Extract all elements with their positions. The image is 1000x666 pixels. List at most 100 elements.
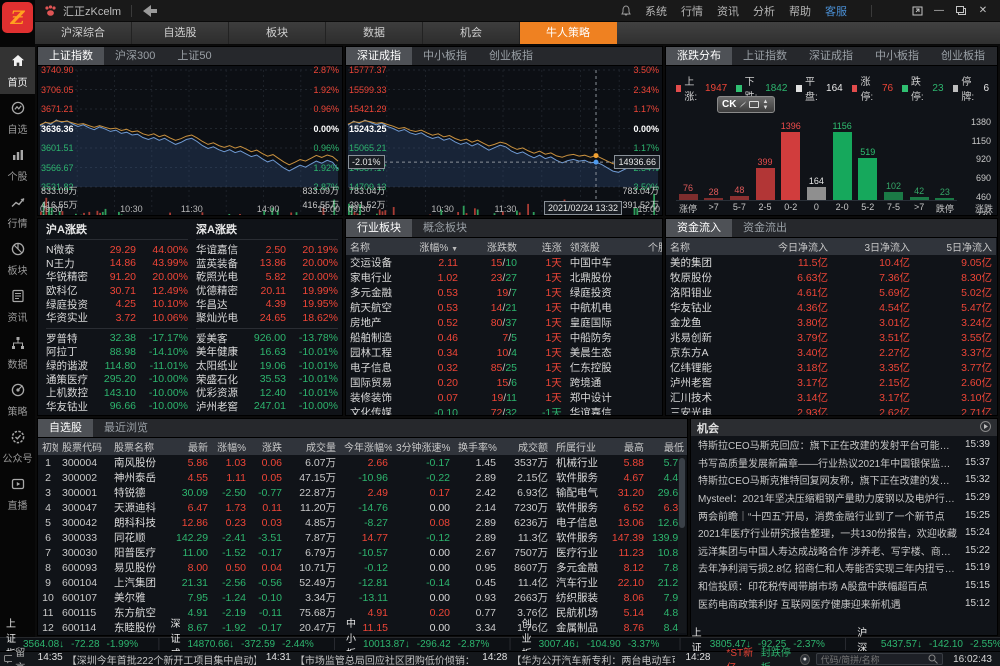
- sector-row[interactable]: 交运设备2.1115/101天中国中车5.10: [346, 255, 663, 270]
- ime-toolbar[interactable]: CK ▲▼: [717, 96, 775, 113]
- bell-icon[interactable]: [621, 5, 631, 16]
- watchlist-row[interactable]: 2300002神州泰岳4.551.110.0547.15万-10.96-0.22…: [38, 470, 688, 485]
- mover-row[interactable]: 通策医疗295.20-10.00%: [46, 372, 188, 386]
- ticker-tag[interactable]: 封跌停板: [761, 644, 794, 666]
- fund-flow-row[interactable]: 泸州老窖3.17亿2.15亿2.60亿: [666, 375, 996, 390]
- column-header-5日净流入[interactable]: 5日净流入: [914, 238, 996, 255]
- sidebar-item-公众号[interactable]: 公众号: [0, 423, 35, 470]
- sector-row[interactable]: 房地产0.5280/371天皇庭国际10.21: [346, 315, 663, 330]
- watchlist-row[interactable]: 8600093易见股份8.000.500.0410.71万-0.120.000.…: [38, 560, 688, 575]
- news-item[interactable]: 特斯拉CEO马斯克推特回复网友称，旗下正在改建的发射平台“火卫一”（Phobos…: [691, 471, 997, 489]
- mover-row[interactable]: 华友钴业96.66-10.00%: [46, 400, 188, 414]
- sidebar-item-板块[interactable]: 板块: [0, 235, 35, 282]
- news-item[interactable]: 两会前瞻｜“十四五”开局，消费金融行业到了一个新节点15:25: [691, 506, 997, 524]
- fund-flow-row[interactable]: 洛阳钼业4.61亿5.69亿5.02亿: [666, 285, 996, 300]
- ticker-pause-icon[interactable]: ●: [800, 654, 810, 665]
- ticker-news-item[interactable]: 14:35【深圳今年首批222个新开工项目集中启动】据深圳…: [38, 652, 256, 666]
- watchlist-row[interactable]: 10600107美尔雅7.95-1.24-0.103.34万-13.110.00…: [38, 590, 688, 605]
- stock-search-input[interactable]: 代码/简拼/名称: [816, 653, 943, 665]
- column-header-最高[interactable]: 最高: [606, 438, 648, 455]
- column-header-股票代码[interactable]: 股票代码: [58, 438, 110, 455]
- restore-window-icon[interactable]: [906, 2, 928, 20]
- menu-item-客服[interactable]: 客服: [825, 3, 847, 19]
- sector-row[interactable]: 多元金融0.5319/71天绿庭投资10.10: [346, 285, 663, 300]
- fund-flow-row[interactable]: 汇川技术3.14亿3.17亿3.10亿: [666, 390, 996, 405]
- minimize-icon[interactable]: —: [928, 2, 950, 20]
- sector-row[interactable]: 电子信息0.3285/251天仁东控股9.95: [346, 360, 663, 375]
- column-header-涨幅%[interactable]: 涨幅%: [212, 438, 250, 455]
- mover-row[interactable]: 阿拉丁88.98-14.10%: [46, 345, 188, 359]
- column-header-名称[interactable]: 名称: [666, 238, 750, 255]
- news-item[interactable]: 特斯拉CEO马斯克回应：旗下正在改建的发射平台可能会在今年年底前投入运营15:3…: [691, 436, 997, 454]
- mover-row[interactable]: 优彩资源12.40-10.01%: [196, 386, 338, 400]
- mover-row[interactable]: 绿的谐波114.80-11.01%: [46, 359, 188, 373]
- fund-flow-row[interactable]: 亿纬锂能3.18亿3.35亿3.77亿: [666, 360, 996, 375]
- ticker-news-item[interactable]: 14:31【市场监管总局回应社区团购低价倾销：下一步加大监…: [266, 652, 472, 666]
- ime-pen-icon[interactable]: [739, 101, 746, 108]
- news-item[interactable]: 医药电商政策利好 互联网医疗健康迎来新机遇15:12: [691, 594, 997, 612]
- sidebar-item-个股[interactable]: 个股: [0, 141, 35, 188]
- sector-row[interactable]: 国际贸易0.2015/61天跨境通10.12: [346, 375, 663, 390]
- sidebar-item-策略[interactable]: 策略: [0, 376, 35, 423]
- mover-row[interactable]: 荣盛石化35.53-10.01%: [196, 372, 338, 386]
- news-item[interactable]: Mysteel：2021年坚决压缩粗钢产量助力废钢以及电炉行业发展15:29: [691, 489, 997, 507]
- sidebar-item-资讯[interactable]: 资讯: [0, 282, 35, 329]
- ticker-news-item[interactable]: 14:28【北京…: [685, 652, 720, 666]
- column-header-最新[interactable]: 最新: [172, 438, 212, 455]
- dist-tab-中小板指[interactable]: 中小板指: [864, 47, 930, 65]
- watchlist-row[interactable]: 3300001特锐德30.09-2.50-0.7722.87万2.490.172…: [38, 485, 688, 500]
- ime-keyboard-icon[interactable]: [749, 101, 759, 108]
- mover-row[interactable]: 欧科亿30.7112.49%: [46, 284, 188, 298]
- chart-sh-tab-上证指数[interactable]: 上证指数: [38, 47, 104, 65]
- sidebar-item-首页[interactable]: 首页: [0, 47, 35, 94]
- news-item[interactable]: 去年净利润亏损2.8亿 招商仁和人寿能否实现三年内扭亏目标15:19: [691, 559, 997, 577]
- top-tab-牛人策略[interactable]: 牛人策略: [520, 22, 617, 44]
- maximize-icon[interactable]: [950, 2, 972, 20]
- mover-row[interactable]: 乾照光电5.8220.00%: [196, 270, 338, 284]
- funds-tab-资金流入[interactable]: 资金流入: [666, 219, 732, 237]
- scrollbar-thumb[interactable]: [679, 458, 685, 528]
- fund-flow-row[interactable]: 兆易创新3.79亿3.51亿3.55亿: [666, 330, 996, 345]
- watchlist-row[interactable]: 9600104上汽集团21.31-2.56-0.5652.49万-12.81-0…: [38, 575, 688, 590]
- news-item[interactable]: 书写高质量发展新篇章——行业热议2021年中国银保监会工作会议15:37: [691, 454, 997, 472]
- column-header-成交额[interactable]: 成交额: [500, 438, 552, 455]
- column-header-今日净流入[interactable]: 今日净流入: [750, 238, 832, 255]
- fund-flow-row[interactable]: 华友钴业4.36亿4.54亿5.47亿: [666, 300, 996, 315]
- fund-flow-row[interactable]: 牧原股份6.63亿7.36亿8.30亿: [666, 270, 996, 285]
- column-header-换手率%[interactable]: 换手率%: [454, 438, 500, 455]
- mover-row[interactable]: 上机数控143.10-10.00%: [46, 386, 188, 400]
- column-header-3分钟涨速%[interactable]: 3分钟涨速%: [392, 438, 454, 455]
- sidebar-item-数据[interactable]: 数据: [0, 329, 35, 376]
- dist-tab-上证指数[interactable]: 上证指数: [732, 47, 798, 65]
- sector-row[interactable]: 文化传媒-0.1072/32-1天华谊嘉信20.19: [346, 405, 663, 416]
- watchlist-row[interactable]: 5300042朗科科技12.860.230.034.85万-8.270.082.…: [38, 515, 688, 530]
- mover-row[interactable]: 华谊嘉信2.5020.19%: [196, 243, 338, 257]
- column-header-连涨[interactable]: 连涨: [521, 238, 566, 255]
- message-label[interactable]: 留言: [4, 644, 32, 666]
- watchlist-row[interactable]: 7300030阳普医疗11.00-1.52-0.176.79万-10.570.0…: [38, 545, 688, 560]
- fund-flow-row[interactable]: 美的集团11.5亿10.4亿9.05亿: [666, 255, 996, 270]
- news-item[interactable]: 2021年医疗行业研究报告整理，一共130份报告，欢迎收藏15:24: [691, 524, 997, 542]
- watchlist-tab-最近浏览[interactable]: 最近浏览: [93, 419, 159, 437]
- dist-tab-创业板指[interactable]: 创业板指: [930, 47, 996, 65]
- ime-arrows-icon[interactable]: ▲▼: [762, 99, 768, 111]
- fund-flow-row[interactable]: 三安光电2.93亿2.62亿2.71亿: [666, 405, 996, 416]
- mover-row[interactable]: 华锐精密91.2020.00%: [46, 270, 188, 284]
- watchlist-scrollbar[interactable]: [678, 456, 686, 633]
- fund-flow-row[interactable]: 金龙鱼3.80亿3.01亿3.24亿: [666, 315, 996, 330]
- sidebar-item-直播[interactable]: 直播: [0, 470, 35, 517]
- column-header-3日净流入[interactable]: 3日净流入: [832, 238, 914, 255]
- mover-row[interactable]: 绿庭投资4.2510.10%: [46, 297, 188, 311]
- menu-item-分析[interactable]: 分析: [753, 3, 775, 19]
- menu-item-资讯[interactable]: 资讯: [717, 3, 739, 19]
- mover-row[interactable]: 蓝英装备13.8620.00%: [196, 257, 338, 271]
- column-header-最低[interactable]: 最低: [648, 438, 688, 455]
- sidebar-item-行情[interactable]: 行情: [0, 188, 35, 235]
- watchlist-row[interactable]: 6300033同花顺142.29-2.41-3.517.87万14.77-0.1…: [38, 530, 688, 545]
- mover-row[interactable]: 聚灿光电24.6518.62%: [196, 311, 338, 325]
- top-tab-板块[interactable]: 板块: [229, 22, 326, 44]
- funds-tab-资金流出[interactable]: 资金流出: [732, 219, 798, 237]
- fund-flow-row[interactable]: 京东方A3.40亿2.27亿3.37亿: [666, 345, 996, 360]
- sector-row[interactable]: 船舶制造0.467/51天中船防务4.78: [346, 330, 663, 345]
- sectors-tab-概念板块[interactable]: 概念板块: [412, 219, 478, 237]
